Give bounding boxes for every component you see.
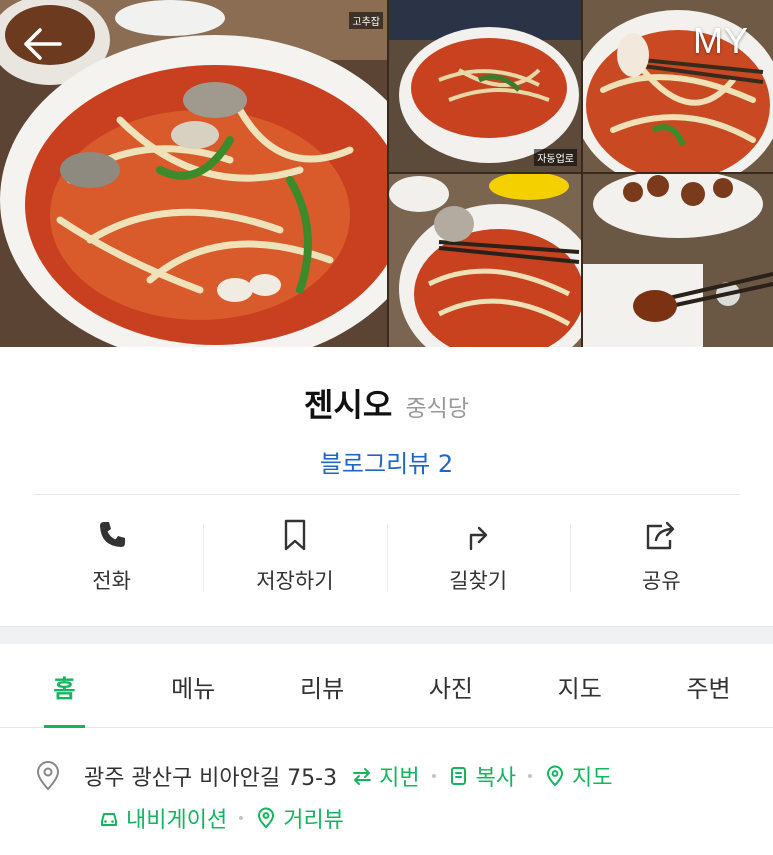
action-bar: 전화 저장하기 길찾기 공유 <box>20 518 753 598</box>
photo-tag: 자동업로 <box>534 149 577 166</box>
map-link[interactable]: 지도 <box>544 760 613 792</box>
navigation-link[interactable]: 내비게이션 <box>98 802 227 834</box>
copy-icon <box>450 767 466 785</box>
swap-icon <box>353 768 372 785</box>
copy-label: 복사 <box>475 766 517 791</box>
navigation-label: 내비게이션 <box>126 808 228 833</box>
lot-number-label: 지번 <box>379 766 420 791</box>
tab-bar: 홈 메뉴 리뷰 사진 지도 주변 <box>0 644 773 728</box>
my-button[interactable]: MY <box>693 20 749 62</box>
tab-map[interactable]: 지도 <box>515 644 644 727</box>
separator-dot <box>431 774 436 778</box>
bookmark-icon <box>284 519 306 551</box>
blog-review-link[interactable]: 블로그리뷰 2 <box>320 444 453 479</box>
place-name: 젠시오 <box>304 386 393 424</box>
street-view-pin-icon <box>258 807 275 829</box>
car-icon <box>101 813 117 826</box>
photo-thumbnail[interactable] <box>583 174 773 347</box>
location-pin-icon <box>36 761 60 791</box>
separator-dot <box>239 816 244 820</box>
lot-number-link[interactable]: 지번 <box>351 760 420 792</box>
tab-home[interactable]: 홈 <box>0 644 129 728</box>
back-button[interactable] <box>20 22 64 66</box>
place-category: 중식당 <box>405 396 469 422</box>
action-label: 저장하기 <box>256 569 334 593</box>
place-header: 젠시오 중식당 블로그리뷰 2 <box>0 347 773 495</box>
action-label: 공유 <box>642 569 681 593</box>
map-label: 지도 <box>572 766 613 791</box>
separator-dot <box>528 774 533 778</box>
directions-icon <box>469 526 488 551</box>
photo-tag: 고추잡 <box>349 12 383 29</box>
share-icon <box>647 521 675 550</box>
copy-link[interactable]: 복사 <box>448 760 516 792</box>
action-label: 전화 <box>92 569 131 593</box>
share-button[interactable]: 공유 <box>569 518 753 598</box>
divider <box>33 494 740 495</box>
tab-reviews[interactable]: 리뷰 <box>258 644 387 727</box>
section-gap <box>0 626 773 644</box>
photo-thumbnail[interactable] <box>389 174 581 347</box>
street-view-link[interactable]: 거리뷰 <box>255 802 344 834</box>
tab-photos[interactable]: 사진 <box>386 644 515 727</box>
street-view-label: 거리뷰 <box>283 808 344 833</box>
directions-button[interactable]: 길찾기 <box>386 518 570 598</box>
address-section: 광주 광산구 비아안길 75-3 지번 복사 지도 내비게이션 거리뷰 <box>34 760 754 834</box>
map-pin-icon <box>547 765 564 787</box>
tab-menu[interactable]: 메뉴 <box>129 644 258 727</box>
address-text: 광주 광산구 비아안길 75-3 <box>84 766 338 791</box>
photo-gallery: 고추잡 자동업로 MY <box>0 0 773 347</box>
phone-icon <box>99 522 125 547</box>
tab-nearby[interactable]: 주변 <box>644 644 773 727</box>
arrow-left-icon <box>24 28 62 60</box>
save-button[interactable]: 저장하기 <box>203 518 386 598</box>
action-label: 길찾기 <box>449 569 508 593</box>
photo-thumbnail[interactable]: 자동업로 <box>389 0 581 172</box>
call-button[interactable]: 전화 <box>20 518 203 598</box>
